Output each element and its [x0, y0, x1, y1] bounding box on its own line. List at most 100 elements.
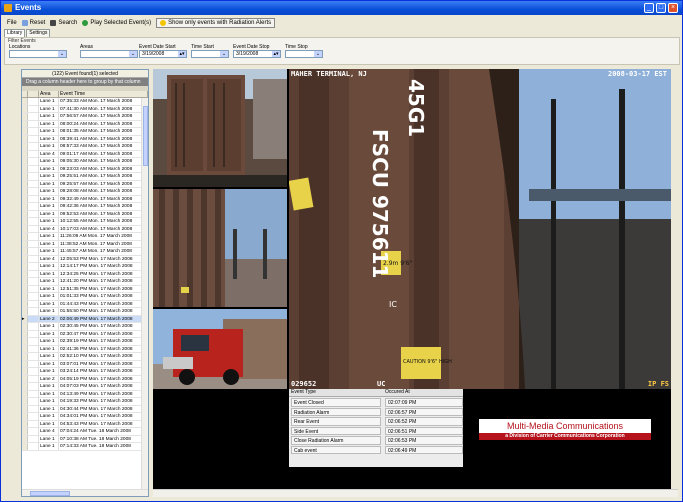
- time-stop-combo[interactable]: ⌄: [285, 50, 323, 58]
- row-checkbox[interactable]: [28, 285, 39, 292]
- table-row[interactable]: Lane 1 12:41:20 PM Mon. 17 March 2008: [22, 278, 142, 286]
- row-checkbox[interactable]: [28, 405, 39, 412]
- table-row[interactable]: Lane 1 12:51:35 PM Mon. 17 March 2008: [22, 285, 142, 293]
- row-checkbox[interactable]: [28, 368, 39, 375]
- date-stop-input[interactable]: 3/19/2008 ▴▾: [233, 50, 281, 58]
- row-checkbox[interactable]: [28, 308, 39, 315]
- table-row[interactable]: Lane 1 08:39:41 AM Mon. 17 March 2008: [22, 135, 142, 143]
- rear-camera-view[interactable]: [153, 69, 287, 187]
- file-menu[interactable]: File: [7, 20, 17, 26]
- table-row[interactable]: Lane 1 02:39:19 PM Mon. 17 March 2008: [22, 338, 142, 346]
- time-start-combo[interactable]: ⌄: [191, 50, 229, 58]
- row-checkbox[interactable]: [28, 315, 39, 322]
- row-checkbox[interactable]: [28, 263, 39, 270]
- row-checkbox[interactable]: [28, 413, 39, 420]
- table-row[interactable]: Lane 1 09:42:36 AM Mon. 17 March 2008: [22, 203, 142, 211]
- spinner-icon[interactable]: ▴▾: [178, 51, 186, 57]
- event-time-column-header[interactable]: Event Time: [59, 91, 148, 97]
- table-row[interactable]: Lane 1 09:23:03 AM Mon. 17 March 2008: [22, 165, 142, 173]
- row-checkbox[interactable]: [28, 135, 39, 142]
- table-row[interactable]: Lane 1 01:44:43 PM Mon. 17 March 2008: [22, 300, 142, 308]
- table-row[interactable]: Lane 1 07:41:30 AM Mon. 17 March 2008: [22, 105, 142, 113]
- row-checkbox[interactable]: [28, 345, 39, 352]
- group-by-hint[interactable]: Drag a column header here to group by th…: [22, 78, 148, 86]
- search-button[interactable]: Search: [50, 19, 77, 26]
- table-row[interactable]: Lane 1 07:35:33 AM Mon. 17 March 2008: [22, 98, 142, 106]
- table-row[interactable]: Lane 1 01:01:33 PM Mon. 17 March 2008: [22, 293, 142, 301]
- row-checkbox[interactable]: [28, 105, 39, 112]
- row-checkbox[interactable]: [28, 188, 39, 195]
- table-row[interactable]: Lane 1 01:55:50 PM Mon. 17 March 2008: [22, 308, 142, 316]
- minimize-button[interactable]: _: [644, 3, 654, 13]
- table-row[interactable]: Lane 1 03:07:01 PM Mon. 17 March 2008: [22, 360, 142, 368]
- reset-button[interactable]: Reset: [21, 19, 45, 26]
- row-checkbox[interactable]: [28, 150, 39, 157]
- table-row[interactable]: Lane 1 07:56:57 AM Mon. 17 March 2008: [22, 113, 142, 121]
- table-row[interactable]: Lane 1 02:41:36 PM Mon. 17 March 2008: [22, 345, 142, 353]
- row-checkbox[interactable]: [28, 353, 39, 360]
- scroll-thumb[interactable]: [30, 491, 70, 496]
- row-checkbox[interactable]: [28, 323, 39, 330]
- maximize-button[interactable]: □: [656, 3, 666, 13]
- scroll-thumb[interactable]: [143, 106, 148, 166]
- table-row[interactable]: Lane 4 09:01:17 AM Mon. 17 March 2008: [22, 150, 142, 158]
- table-row[interactable]: Lane 1 09:32:49 AM Mon. 17 March 2008: [22, 195, 142, 203]
- row-checkbox[interactable]: [28, 128, 39, 135]
- table-row[interactable]: Lane 1 02:30:47 PM Mon. 17 March 2008: [22, 330, 142, 338]
- event-type-column-header[interactable]: Event Type: [289, 389, 383, 396]
- spinner-icon[interactable]: ▴▾: [272, 51, 280, 57]
- table-row[interactable]: Lane 1 04:53:43 PM Mon. 17 March 2008: [22, 420, 142, 428]
- row-checkbox[interactable]: [28, 195, 39, 202]
- event-detail-row[interactable]: Cab event 02:06:49 PM: [289, 445, 463, 454]
- table-row[interactable]: Lane 1 08:01:35 AM Mon. 17 March 2008: [22, 128, 142, 136]
- table-row[interactable]: ▸ Lane 2 02:06:49 PM Mon. 17 March 2008: [22, 315, 142, 323]
- vertical-scrollbar[interactable]: [141, 98, 148, 490]
- table-row[interactable]: Lane 4 07:04:24 AM Tue. 18 March 2008: [22, 428, 142, 436]
- event-detail-row[interactable]: Side Event 02:06:51 PM: [289, 426, 463, 435]
- table-row[interactable]: Lane 1 04:34:01 PM Mon. 17 March 2008: [22, 413, 142, 421]
- row-checkbox[interactable]: [28, 428, 39, 435]
- event-detail-row[interactable]: Rear Event 02:06:52 PM: [289, 416, 463, 426]
- table-row[interactable]: Lane 1 10:12:55 AM Mon. 17 March 2008: [22, 218, 142, 226]
- row-checkbox[interactable]: [28, 420, 39, 427]
- table-row[interactable]: Lane 1 03:24:14 PM Mon. 17 March 2008: [22, 368, 142, 376]
- row-checkbox[interactable]: [28, 173, 39, 180]
- locations-combo[interactable]: ⌄: [9, 50, 67, 58]
- row-checkbox[interactable]: [28, 375, 39, 382]
- table-row[interactable]: Lane 4 10:17:03 AM Mon. 17 March 2008: [22, 225, 142, 233]
- row-checkbox[interactable]: [28, 390, 39, 397]
- row-checkbox[interactable]: [28, 293, 39, 300]
- row-checkbox[interactable]: [28, 278, 39, 285]
- row-checkbox[interactable]: [28, 98, 39, 105]
- table-row[interactable]: Lane 1 04:30:44 PM Mon. 17 March 2008: [22, 405, 142, 413]
- side-camera-view[interactable]: [153, 189, 287, 307]
- row-checkbox[interactable]: [28, 398, 39, 405]
- table-row[interactable]: Lane 1 07:10:38 AM Tue. 18 March 2008: [22, 435, 142, 443]
- image-horizontal-scrollbar[interactable]: [153, 489, 678, 497]
- row-checkbox[interactable]: [28, 255, 39, 262]
- table-row[interactable]: Lane 1 04:19:33 PM Mon. 17 March 2008: [22, 398, 142, 406]
- event-detail-row[interactable]: Radiation Alarm 02:06:57 PM: [289, 407, 463, 416]
- row-checkbox[interactable]: [28, 158, 39, 165]
- table-row[interactable]: Lane 1 11:45:57 AM Mon. 17 March 2008: [22, 248, 142, 256]
- row-checkbox[interactable]: [28, 443, 39, 450]
- table-row[interactable]: Lane 1 09:05:30 AM Mon. 17 March 2008: [22, 158, 142, 166]
- occured-at-column-header[interactable]: Occured At: [383, 389, 463, 396]
- area-column-header[interactable]: Area: [39, 91, 59, 97]
- row-checkbox[interactable]: [28, 143, 39, 150]
- row-checkbox[interactable]: [28, 240, 39, 247]
- table-row[interactable]: Lane 1 12:14:17 PM Mon. 17 March 2008: [22, 263, 142, 271]
- horizontal-scrollbar[interactable]: [22, 489, 148, 496]
- table-row[interactable]: Lane 2 04:05:19 PM Mon. 17 March 2008: [22, 375, 142, 383]
- row-checkbox[interactable]: [28, 248, 39, 255]
- row-checkbox[interactable]: [28, 360, 39, 367]
- main-camera-view[interactable]: FSCU 975611 45G1 2.9m 9'6" IC CAUTION 9'…: [289, 69, 671, 389]
- table-row[interactable]: Lane 1 09:25:51 AM Mon. 17 March 2008: [22, 173, 142, 181]
- table-row[interactable]: Lane 1 12:34:25 PM Mon. 17 March 2008: [22, 270, 142, 278]
- tab-settings[interactable]: Settings: [26, 29, 51, 37]
- table-row[interactable]: Lane 1 09:28:08 AM Mon. 17 March 2008: [22, 188, 142, 196]
- table-row[interactable]: Lane 1 02:52:10 PM Mon. 17 March 2008: [22, 353, 142, 361]
- table-row[interactable]: Lane 1 04:13:49 PM Mon. 17 March 2008: [22, 390, 142, 398]
- row-checkbox[interactable]: [28, 225, 39, 232]
- table-row[interactable]: Lane 1 08:57:33 AM Mon. 17 March 2008: [22, 143, 142, 151]
